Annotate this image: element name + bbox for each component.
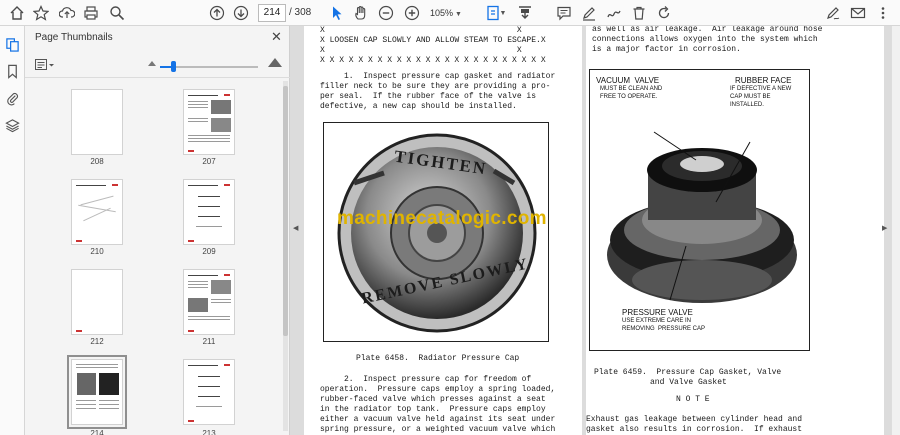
thumbnail-page[interactable] xyxy=(71,179,123,245)
previous-page-icon[interactable] xyxy=(208,4,226,22)
page-thumbnails-icon[interactable] xyxy=(4,36,21,53)
plate-caption: Plate 6459. Pressure Cap Gasket, Valve xyxy=(594,368,782,377)
fill-sign-icon[interactable] xyxy=(824,4,842,22)
callout-vacuum-valve-title: VACUUM VALVE xyxy=(596,76,660,85)
document-page-left: X X X LOOSEN CAP SLOWLY AND ALLOW STEAM … xyxy=(304,26,582,435)
expand-right-panel-icon[interactable]: ▶ xyxy=(882,224,887,232)
thumbnail-label: 209 xyxy=(202,247,216,256)
page-fit-chevron-icon[interactable]: ▼ xyxy=(498,4,508,22)
delete-trash-icon[interactable] xyxy=(630,4,648,22)
plate-caption: Plate 6458. Radiator Pressure Cap xyxy=(356,354,520,363)
callout-pressure-valve-body: USE EXTREME CARE IN REMOVING PRESSURE CA… xyxy=(622,318,706,332)
main-toolbar: 214 / 308 105% ▼ ▼ xyxy=(0,0,900,26)
callout-vacuum-valve-body: MUST BE CLEAN AND FREE TO OPERATE. xyxy=(600,86,663,100)
paragraph-line: spring pressure, or a weighted vacuum va… xyxy=(320,425,556,434)
bookmarks-icon[interactable] xyxy=(4,63,21,80)
pressure-cap-valve-photo: VACUUM VALVE MUST BE CLEAN AND FREE TO O… xyxy=(589,69,810,351)
paragraph-line: gasket also results in corrosion. If exh… xyxy=(586,425,803,434)
callout-pressure-valve-title: PRESSURE VALVE xyxy=(622,308,693,317)
paragraph-line: rubber-faced valve which presses against… xyxy=(320,395,546,404)
page-number-input[interactable]: 214 xyxy=(258,4,286,22)
warning-line: X LOOSEN CAP SLOWLY AND ALLOW STEAM TO E… xyxy=(320,36,546,45)
home-icon[interactable] xyxy=(8,4,26,22)
callout-rubber-face-body: IF DEFECTIVE A NEW CAP MUST BE INSTALLED… xyxy=(730,86,792,108)
rotate-icon[interactable] xyxy=(655,4,673,22)
panel-scrollbar-thumb[interactable] xyxy=(283,86,288,336)
callout-rubber-face-title: RUBBER FACE xyxy=(735,76,792,85)
document-page-right: as well as air leakage. Air leakage arou… xyxy=(586,26,884,435)
paragraph-line: 1. Inspect pressure cap gasket and radia… xyxy=(320,72,556,81)
note-heading: N O T E xyxy=(676,395,710,404)
thumbnail-label: 210 xyxy=(90,247,104,256)
hand-tool-icon[interactable] xyxy=(352,4,370,22)
paragraph-line: defective, a new cap should be installed… xyxy=(320,102,517,111)
find-magnifier-icon[interactable] xyxy=(108,4,126,22)
attachments-paperclip-icon[interactable] xyxy=(4,90,21,107)
document-scrollbar[interactable] xyxy=(891,26,900,435)
page-thumbnails-panel: Page Thumbnails ✕ 208 207 210 209 212 21… xyxy=(25,26,290,435)
paragraph-line: per seal. If the rubber face of the valv… xyxy=(320,92,537,101)
bookmark-star-icon[interactable] xyxy=(32,4,50,22)
thumbnail-label: 214 xyxy=(90,429,104,435)
next-page-icon[interactable] xyxy=(232,4,250,22)
highlight-pen-icon[interactable] xyxy=(580,4,598,22)
paragraph-line: operation. Pressure caps employ a spring… xyxy=(320,385,556,394)
paragraph-line: either a vacuum valve held against its s… xyxy=(320,415,556,424)
comment-icon[interactable] xyxy=(555,4,573,22)
scrolling-mode-icon[interactable] xyxy=(516,4,534,22)
draw-freehand-icon[interactable] xyxy=(605,4,623,22)
page-total: / 308 xyxy=(289,7,312,18)
thumbnail-page[interactable] xyxy=(71,269,123,335)
thumbnail-page[interactable] xyxy=(183,179,235,245)
upload-cloud-icon[interactable] xyxy=(58,4,76,22)
watermark-text: machinecatalogic.com xyxy=(337,208,547,229)
thumbnail-options-button[interactable] xyxy=(35,58,55,72)
thumbnail-label: 207 xyxy=(202,157,216,166)
document-viewport[interactable]: X X X LOOSEN CAP SLOWLY AND ALLOW STEAM … xyxy=(290,26,900,435)
zoom-in-thumbnails-icon[interactable] xyxy=(268,58,282,67)
warning-line: X X xyxy=(320,46,522,55)
thumbnail-size-slider-handle[interactable] xyxy=(171,61,176,72)
thumbnail-page-selected[interactable] xyxy=(67,355,127,429)
thumbnail-page[interactable] xyxy=(183,359,235,425)
more-options-icon[interactable] xyxy=(874,4,892,22)
zoom-in-icon[interactable] xyxy=(403,4,421,22)
collapse-left-panel-icon[interactable]: ◀ xyxy=(293,224,298,232)
email-icon[interactable] xyxy=(849,4,867,22)
thumbnail-page[interactable] xyxy=(183,269,235,335)
paragraph-line: 2. Inspect pressure cap for freedom of xyxy=(320,375,532,384)
print-icon[interactable] xyxy=(82,4,100,22)
warning-line: X X xyxy=(320,26,522,35)
layers-icon[interactable] xyxy=(4,117,21,134)
thumbnail-label: 212 xyxy=(90,337,104,346)
paragraph-line: filler neck to be sure they are providin… xyxy=(320,82,551,91)
zoom-out-thumbnails-icon[interactable] xyxy=(148,61,156,66)
radiator-cap-photo: TIGHTEN REMOVE SLOWLY xyxy=(323,122,549,342)
plate-caption: and Valve Gasket xyxy=(650,378,727,387)
select-pointer-icon[interactable] xyxy=(328,4,346,22)
navigation-rail xyxy=(0,26,25,435)
panel-title: Page Thumbnails xyxy=(35,32,113,43)
panel-close-icon[interactable]: ✕ xyxy=(271,30,282,44)
thumbnail-label: 208 xyxy=(90,157,104,166)
thumbnail-page[interactable] xyxy=(71,89,123,155)
paragraph-line: connections allows oxygen into the syste… xyxy=(592,35,818,44)
warning-line: X X X X X X X X X X X X X X X X X X X X … xyxy=(320,56,546,65)
paragraph-line: as well as air leakage. Air leakage arou… xyxy=(592,26,823,34)
chevron-down-icon: ▼ xyxy=(455,11,462,18)
thumbnail-grid: 208 207 210 209 212 211 214 213 xyxy=(25,79,290,435)
paragraph-line: is a major factor in corrosion. xyxy=(592,45,741,54)
thumbnail-tools xyxy=(25,52,290,78)
thumbnail-label: 213 xyxy=(202,429,216,435)
options-menu-icon xyxy=(35,59,54,70)
thumbnail-page[interactable] xyxy=(183,89,235,155)
thumbnail-label: 211 xyxy=(202,337,216,346)
zoom-out-icon[interactable] xyxy=(377,4,395,22)
paragraph-line: in the radiator top tank. Pressure caps … xyxy=(320,405,546,414)
paragraph-line: Exhaust gas leakage between cylinder hea… xyxy=(586,415,803,424)
zoom-level-dropdown[interactable]: 105% ▼ xyxy=(430,4,468,22)
zoom-level-value: 105% xyxy=(430,8,454,18)
